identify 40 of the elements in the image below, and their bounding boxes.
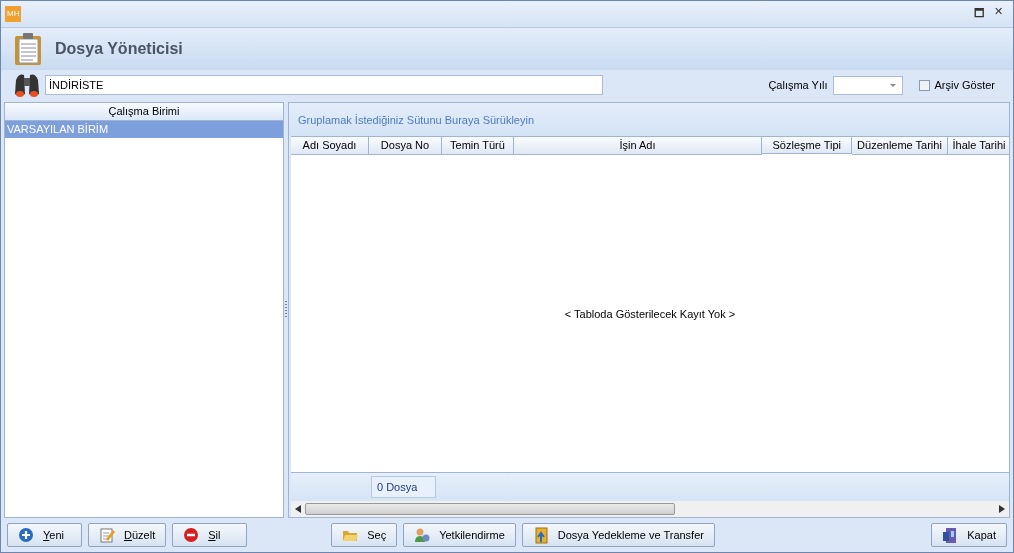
scroll-thumb[interactable]: [305, 503, 675, 515]
splitter-handle[interactable]: [285, 301, 287, 319]
column-header[interactable]: Düzenleme Tarihi: [852, 137, 948, 155]
empty-message: < Tabloda Gösterilecek Kayıt Yok >: [564, 307, 736, 320]
window-title: Dosya Yöneticisi: [55, 40, 183, 58]
column-header[interactable]: Dosya No: [369, 137, 442, 155]
action-button[interactable]: Sil: [172, 523, 248, 547]
binoculars-icon: [13, 72, 41, 98]
year-dropdown[interactable]: [833, 75, 904, 95]
horizontal-scrollbar[interactable]: [291, 501, 1009, 517]
document-upload-icon: [532, 526, 550, 544]
close-button[interactable]: ✕: [994, 4, 1003, 24]
action-button[interactable]: Düzelt: [88, 523, 167, 547]
action-button[interactable]: Yeni: [7, 523, 82, 547]
column-header[interactable]: İhale Tarihi: [948, 137, 1009, 155]
minus-icon: [183, 526, 201, 544]
group-hint: Gruplamak İstediğiniz Sütunu Buraya Sürükleyin: [298, 113, 534, 126]
app-logo: MH: [5, 6, 22, 22]
clipboard-icon: [13, 32, 43, 66]
caret-icon: [890, 83, 897, 87]
year-label: Çalışma Yılı: [768, 79, 828, 91]
column-header[interactable]: İşin Adı: [514, 137, 762, 155]
maximize-button[interactable]: 🗖: [974, 4, 984, 24]
scroll-left-icon[interactable]: [295, 505, 301, 513]
column-header: Çalışma Birimi: [5, 103, 283, 121]
search-field[interactable]: İNDİRİSTE: [45, 75, 603, 95]
edit-icon: [99, 526, 116, 544]
column-header[interactable]: Sözleşme Tipi: [762, 137, 852, 154]
archive-checkbox[interactable]: [919, 79, 931, 91]
archive-label: Arşiv Göster: [934, 79, 995, 91]
column-header[interactable]: Adı Soyadı: [291, 137, 369, 155]
column-header[interactable]: Temin Türü: [442, 137, 514, 155]
record-count: 0 Dosya: [371, 476, 437, 498]
action-button[interactable]: Dosya Yedekleme ve Transfer: [521, 523, 715, 547]
scroll-right-icon[interactable]: [999, 505, 1005, 513]
action-button[interactable]: Seç: [331, 523, 398, 547]
action-button[interactable]: Kapat: [931, 523, 1007, 547]
user-icon: [414, 526, 432, 544]
plus-icon: [18, 526, 35, 544]
action-button[interactable]: Yetkilendirme: [403, 523, 516, 547]
